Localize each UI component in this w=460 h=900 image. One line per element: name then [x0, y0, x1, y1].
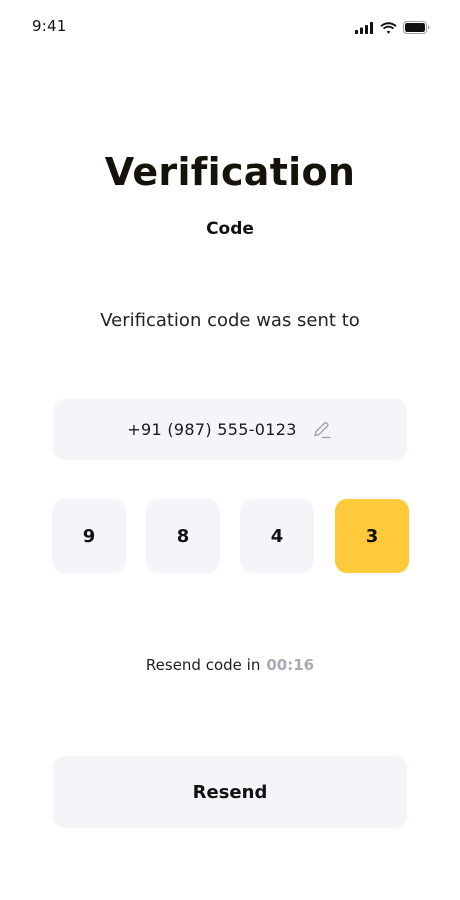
sent-to-text: Verification code was sent to	[100, 310, 360, 331]
resend-label: Resend code in	[145, 656, 261, 674]
phone-number: +91 (987) 555-0123	[127, 420, 297, 439]
battery-icon	[403, 19, 430, 38]
page-subtitle: Code	[206, 219, 254, 239]
status-icons	[355, 19, 430, 38]
code-digit-2[interactable]: 8	[146, 499, 220, 573]
status-time: 9:41	[32, 17, 67, 35]
code-digit-3[interactable]: 4	[240, 499, 314, 573]
resend-button[interactable]: Resend	[53, 756, 407, 828]
signal-icon	[355, 19, 374, 38]
resend-timer: 00:16	[266, 656, 315, 674]
phone-number-field: +91 (987) 555-0123	[53, 399, 407, 460]
resend-countdown: Resend code in 00:16	[0, 656, 460, 674]
status-bar: 9:41	[0, 0, 460, 52]
code-digit-1[interactable]: 9	[52, 499, 126, 573]
page-title: Verification	[104, 150, 356, 194]
code-digit-4[interactable]: 3	[335, 499, 409, 573]
wifi-icon	[380, 19, 397, 38]
pencil-icon[interactable]	[311, 419, 333, 441]
